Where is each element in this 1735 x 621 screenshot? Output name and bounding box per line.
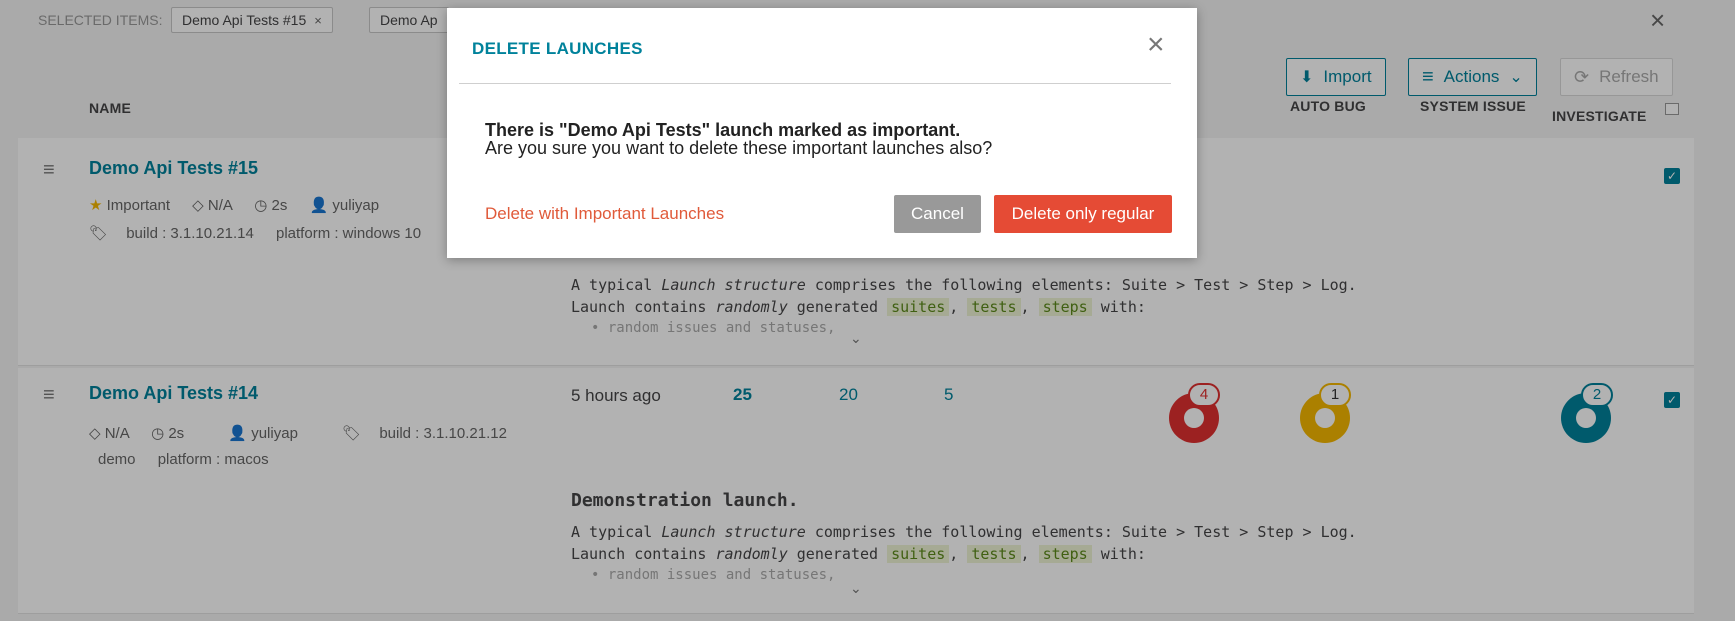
modal-divider (459, 83, 1171, 84)
close-icon[interactable]: × (1147, 30, 1165, 60)
delete-launches-modal: DELETE LAUNCHES × There is "Demo Api Tes… (447, 8, 1197, 258)
modal-message-line: Are you sure you want to delete these im… (485, 138, 993, 158)
modal-message: There is "Demo Api Tests" launch marked … (485, 121, 992, 157)
modal-message-line: There is "Demo Api Tests" launch marked … (485, 120, 961, 140)
cancel-button[interactable]: Cancel (894, 195, 981, 233)
modal-title: DELETE LAUNCHES (472, 39, 643, 58)
delete-with-important-button[interactable]: Delete with Important Launches (485, 204, 724, 224)
delete-only-regular-button[interactable]: Delete only regular (994, 195, 1172, 233)
